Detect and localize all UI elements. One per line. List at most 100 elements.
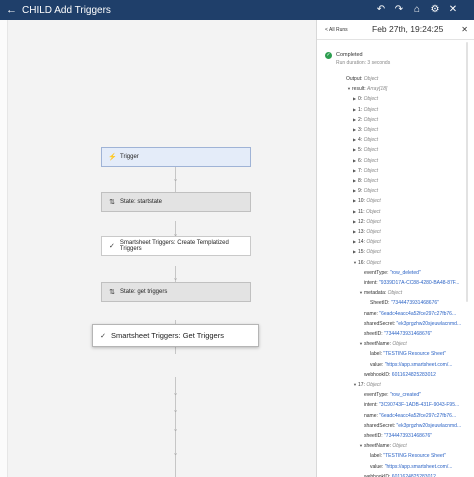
tree-key: intent: (364, 402, 378, 409)
workflow-node-create-templatized-triggers[interactable]: ✓ Smartsheet Triggers: Create Templatize… (101, 236, 251, 256)
tree-type: Object (365, 208, 381, 215)
tree-row[interactable]: ▶ 2: Object (353, 117, 378, 123)
tree-row: value: "https://app.smartsheet.com/... (365, 464, 452, 470)
connector-arrow-icon: ⌄ (172, 407, 179, 414)
workflow-canvas[interactable]: ⌄ ⌄ ⌄ ⌄ ⌄ ⌄ ⌄ ⌄ ⚡ Trigger ⇅ State: start… (0, 20, 316, 477)
workflow-node-state-startstate[interactable]: ⇅ State: startstate (101, 192, 251, 212)
tree-row[interactable]: ▶ 9: Object (353, 188, 378, 194)
node-label: State: get triggers (120, 289, 168, 295)
tree-value: "TESTING Resource Sheet" (383, 453, 446, 460)
tree-row[interactable]: ▶ 0: Object (353, 96, 378, 102)
tree-row[interactable]: ▼16: Object (353, 260, 381, 266)
settings-icon[interactable]: ⚙ (428, 3, 442, 17)
app-header: ← CHILD Add Triggers ↶ ↷ ⌂ ⚙ ✕ (0, 0, 474, 20)
tree-row[interactable]: ▼sheetName: Object (359, 443, 407, 449)
tree-row[interactable]: ▶ 6: Object (353, 158, 378, 164)
connector-arrow-icon: ⌄ (172, 275, 179, 282)
tree-key: sheetID: (364, 433, 383, 439)
tree-type: Object (363, 178, 379, 184)
tree-key: 8: (358, 178, 363, 184)
tree-key: eventType: (364, 269, 389, 276)
tree-row[interactable]: ▶ 4: Object (353, 137, 378, 143)
tree-row: intent: "9339D17A-CC88-4280-BA48-87F... (359, 280, 459, 286)
tree-type: Object (366, 382, 381, 388)
close-icon[interactable]: ✕ (461, 25, 468, 34)
undo-icon[interactable]: ↶ (374, 3, 388, 17)
tree-key: 13: (358, 229, 365, 235)
tree-type: Object (363, 127, 379, 133)
tree-key: 12: (358, 218, 365, 225)
tree-row[interactable]: ▶ 3: Object (353, 127, 378, 133)
tree-key: 5: (358, 147, 363, 154)
tree-value: "3C90743F-1ADB-431F-9043-F95... (379, 402, 460, 409)
redo-icon[interactable]: ↷ (392, 3, 406, 17)
tree-value: "https://app.smartsheet.com/... (384, 463, 453, 470)
tree-type: Object (363, 106, 379, 113)
tree-key: 10: (358, 198, 365, 205)
run-duration: Run duration: 3 seconds (336, 60, 391, 66)
tree-type: Object (387, 290, 403, 297)
tree-value: "ek3prgzhw20sjeuwlacnmd... (396, 320, 462, 327)
tree-value: "https://app.smartsheet.com/... (384, 361, 453, 368)
tree-row[interactable]: ▼metadata: Object (359, 290, 402, 296)
smartsheet-icon: ✓ (100, 332, 106, 340)
tree-row[interactable]: ▼result: Array[18] (347, 86, 387, 92)
tree-key: eventType: (364, 392, 389, 399)
tree-row[interactable]: ▶ 7: Object (353, 168, 378, 174)
tree-row: intent: "3C90743F-1ADB-431F-9043-F95... (359, 402, 459, 408)
canvas-left-rail (0, 20, 8, 477)
tree-key: 1: (358, 106, 363, 113)
tree-type: Object (363, 76, 379, 82)
tree-key: label: (370, 453, 382, 460)
tree-key: name: (364, 310, 378, 317)
tree-value: "6eadc4eacc4a52fce297c27fb76... (379, 310, 457, 317)
tree-key: 11: (358, 208, 365, 215)
tree-row[interactable]: ▶ 5: Object (353, 147, 378, 153)
connector-arrow-icon: ⌄ (172, 450, 179, 457)
tree-key: intent: (364, 280, 378, 286)
tree-key: 16: (358, 259, 365, 266)
tree-key: name: (364, 412, 378, 419)
back-arrow-icon[interactable]: ← (6, 3, 17, 17)
tree-type: Object (363, 137, 379, 144)
tree-row[interactable]: ▶ 12: Object (353, 219, 381, 225)
tree-row[interactable]: ▶ 15: Object (353, 249, 381, 255)
tree-type: Object (366, 229, 381, 235)
workflow-node-trigger[interactable]: ⚡ Trigger (101, 147, 251, 167)
all-runs-link[interactable]: < All Runs (325, 27, 348, 33)
tree-type: Object (366, 249, 381, 256)
tree-type: Object (366, 259, 381, 266)
tree-row: eventType: "row_created" (359, 392, 421, 398)
tag-icon[interactable]: ⌂ (410, 3, 424, 17)
workflow-node-state-get-triggers[interactable]: ⇅ State: get triggers (101, 282, 251, 302)
tree-row: label: "TESTING Resource Sheet" (365, 453, 446, 459)
tree-key: 9: (358, 188, 363, 195)
tree-row[interactable]: ▶ 13: Object (353, 229, 381, 235)
tree-row[interactable]: ▼17: Object (353, 382, 381, 388)
tree-row: webhookID: 6011624825283012 (359, 372, 436, 378)
tree-row: sheetID: "7344473931468676" (359, 331, 432, 337)
tree-row[interactable]: ▶ 1: Object (353, 107, 378, 113)
tree-type: Object (392, 443, 407, 450)
panel-scrollbar[interactable] (466, 42, 468, 302)
tree-row[interactable]: ▼sheetName: Object (359, 341, 407, 347)
tree-key: value: (370, 463, 384, 470)
tree-value: "TESTING Resource Sheet" (383, 351, 446, 358)
state-icon: ⇅ (109, 199, 115, 206)
tree-key: 3: (358, 127, 363, 133)
node-label: Smartsheet Triggers: Get Triggers (111, 331, 224, 340)
tree-type: Object (392, 341, 407, 348)
tree-value: "7344473931468676" (384, 331, 433, 337)
tree-row[interactable]: ▶ 11: Object (353, 209, 380, 215)
tree-row: label: "TESTING Resource Sheet" (365, 351, 446, 357)
workflow-node-get-triggers[interactable]: ✓ Smartsheet Triggers: Get Triggers (92, 324, 259, 347)
tree-value: "row_deleted" (389, 269, 421, 276)
tree-row[interactable]: ▶ 10: Object (353, 198, 381, 204)
tree-key: 0: (358, 96, 363, 103)
tree-type: Object (366, 239, 381, 246)
close-window-icon[interactable]: ✕ (446, 3, 460, 17)
completed-check-icon: ✓ (325, 52, 332, 59)
tree-row[interactable]: ▶ 14: Object (353, 239, 381, 245)
tree-row[interactable]: ▶ 8: Object (353, 178, 378, 184)
tree-type: Object (363, 116, 379, 123)
